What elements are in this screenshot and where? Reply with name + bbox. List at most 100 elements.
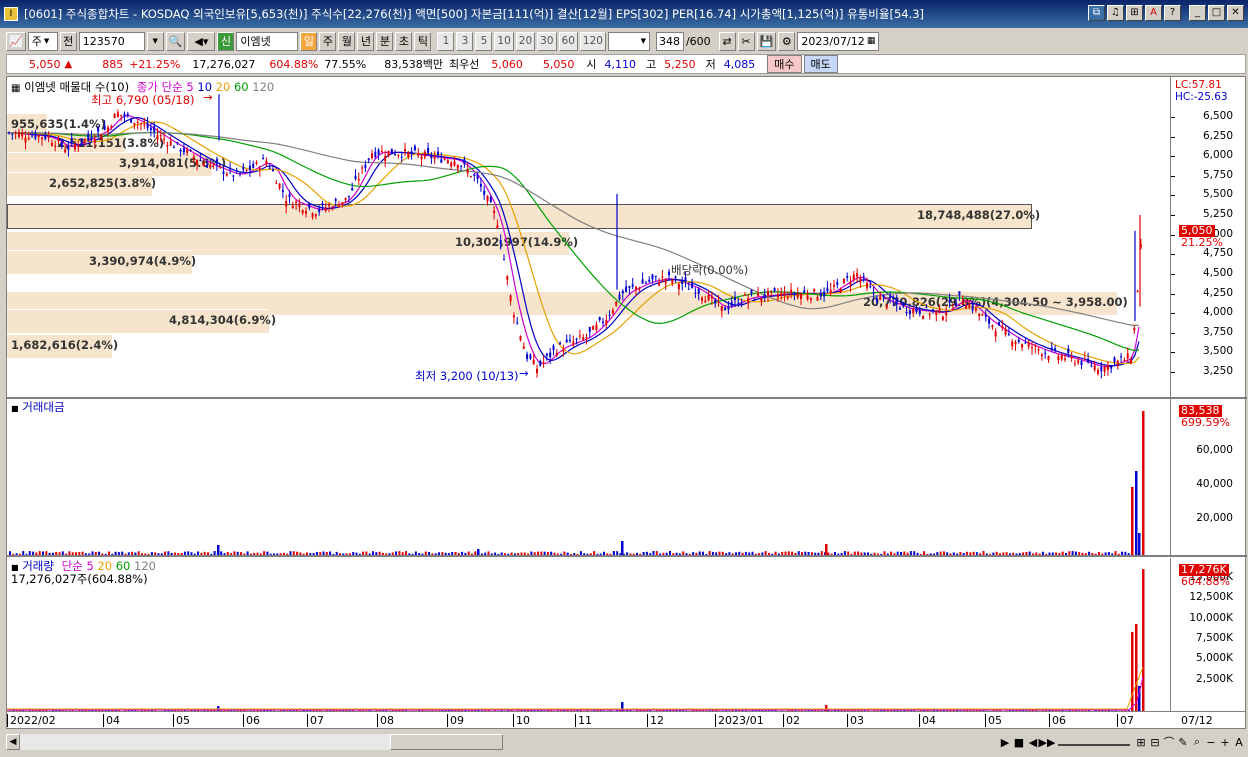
interval-120[interactable]: 120 xyxy=(579,31,606,51)
price-tick-label: 3,250 xyxy=(1202,365,1233,377)
interval-30[interactable]: 30 xyxy=(537,31,557,51)
play-icon[interactable]: ▶ xyxy=(998,734,1012,750)
candle-body xyxy=(77,145,80,147)
font-size-icon[interactable]: A xyxy=(1232,734,1246,750)
date-axis-label: 10 xyxy=(513,714,530,727)
count-input[interactable]: 348 xyxy=(655,31,684,51)
candle-body xyxy=(506,276,509,280)
stop-icon[interactable]: ■ xyxy=(1012,734,1026,750)
period-unit-select[interactable]: 주 ▼ xyxy=(27,31,58,51)
open-price: 4,110 xyxy=(604,57,637,71)
candle-body xyxy=(945,312,948,316)
candle-body xyxy=(182,147,185,153)
candle-body xyxy=(1007,333,1010,335)
candle-body xyxy=(902,302,905,306)
link-window-button[interactable]: ⧉ xyxy=(1088,5,1105,21)
code-dropdown-icon[interactable]: ▼ xyxy=(146,31,164,51)
candle-body xyxy=(1087,358,1090,362)
candle-body xyxy=(93,139,96,144)
speaker-icon[interactable]: ◀▾ xyxy=(187,31,216,51)
timeframe-second[interactable]: 초 xyxy=(395,31,413,51)
help-button[interactable]: ? xyxy=(1164,5,1181,21)
candle-body xyxy=(625,286,628,292)
interval-60[interactable]: 60 xyxy=(558,31,578,51)
maximize-button[interactable]: □ xyxy=(1208,5,1225,21)
expand-icon[interactable]: ⊞ xyxy=(1134,734,1148,750)
panel-divider[interactable] xyxy=(7,397,1247,399)
panel-divider[interactable] xyxy=(7,555,1247,557)
interval-1[interactable]: 1 xyxy=(437,31,455,51)
candle-body xyxy=(163,138,166,140)
interval-10[interactable]: 10 xyxy=(494,31,514,51)
candle-body xyxy=(552,345,555,351)
candle-body xyxy=(641,279,644,284)
search-icon[interactable]: 🔍 xyxy=(165,31,186,51)
sound-button[interactable]: ♫ xyxy=(1107,5,1124,21)
candle-body xyxy=(456,164,459,169)
timeframe-tick[interactable]: 틱 xyxy=(414,31,432,51)
value-bar xyxy=(217,545,220,555)
candle-body xyxy=(1083,358,1086,360)
candle-body xyxy=(17,132,20,138)
candle-body xyxy=(925,306,928,308)
close-button[interactable]: ✕ xyxy=(1227,5,1244,21)
candle-body xyxy=(978,313,981,317)
candle-body xyxy=(110,126,113,128)
scroll-track[interactable] xyxy=(20,734,503,750)
minimize-button[interactable]: _ xyxy=(1189,5,1206,21)
zoom-out-icon[interactable]: − xyxy=(1204,734,1218,750)
candle-body xyxy=(215,159,218,165)
buy-button[interactable]: 매수 xyxy=(767,55,802,73)
sell-button[interactable]: 매도 xyxy=(803,55,838,73)
date-input[interactable]: 2023/07/12 ▦ xyxy=(797,31,880,51)
timeframe-week[interactable]: 주 xyxy=(319,31,337,51)
gear-icon[interactable]: ⚙ xyxy=(778,31,796,51)
pencil-icon[interactable]: ✎ xyxy=(1176,734,1190,750)
volume-tick-label: 10,000K xyxy=(1189,611,1233,624)
candle-body xyxy=(763,294,766,298)
candle-body xyxy=(1110,366,1113,369)
candle-body xyxy=(37,135,40,138)
candle-body xyxy=(786,296,789,299)
collapse-icon[interactable]: ⊟ xyxy=(1148,734,1162,750)
font-button[interactable]: A xyxy=(1145,5,1162,21)
timeframe-month[interactable]: 월 xyxy=(338,31,356,51)
curve-icon[interactable]: ⌒ xyxy=(1162,734,1176,750)
interval-5[interactable]: 5 xyxy=(475,31,493,51)
custom-interval-input[interactable]: ▼ xyxy=(607,31,650,51)
candle-body xyxy=(1034,344,1037,347)
stock-code-input[interactable]: 123570 xyxy=(78,31,145,51)
timeframe-minute[interactable]: 분 xyxy=(376,31,394,51)
bid-price: 5,050 xyxy=(542,57,575,71)
interval-20[interactable]: 20 xyxy=(515,31,536,51)
compare-icon[interactable]: ⇄ xyxy=(718,31,736,51)
prev-button[interactable]: 전 xyxy=(59,31,77,51)
candle-body xyxy=(189,149,192,151)
save-icon[interactable]: 💾 xyxy=(756,31,777,51)
chart-area[interactable]: 955,635(1.4%) 2,521,151(3.8%) 3,914,081(5.… xyxy=(6,76,1247,729)
scroll-left-icon[interactable]: ◀ xyxy=(6,734,20,750)
zoom-slider[interactable] xyxy=(1058,738,1130,746)
candle-body xyxy=(394,154,397,156)
fast-forward-icon[interactable]: ▶▶ xyxy=(1039,734,1056,750)
candle-body xyxy=(572,341,575,345)
candle-body xyxy=(1077,360,1080,363)
candle-body xyxy=(83,138,86,140)
tools-icon[interactable]: ✂ xyxy=(737,31,755,51)
candle-body xyxy=(153,126,156,132)
candle-body xyxy=(136,121,139,124)
candle-body xyxy=(357,179,360,181)
timeframe-year[interactable]: 년 xyxy=(357,31,375,51)
stock-name-field[interactable]: 이엠넷 xyxy=(236,31,299,51)
scroll-thumb[interactable] xyxy=(390,734,503,750)
candle-body xyxy=(479,183,482,187)
interval-3[interactable]: 3 xyxy=(456,31,474,51)
magnify-icon[interactable]: ⌕ xyxy=(1190,734,1204,750)
chart-icon[interactable]: 📈 xyxy=(6,31,26,51)
zoom-in-icon[interactable]: + xyxy=(1218,734,1232,750)
grid-button[interactable]: ⊞ xyxy=(1126,5,1143,21)
grid-icon[interactable]: ▦ xyxy=(11,83,20,94)
timeframe-day[interactable]: 일 xyxy=(300,31,318,51)
candle-body xyxy=(460,165,463,167)
candle-body xyxy=(1021,344,1024,348)
